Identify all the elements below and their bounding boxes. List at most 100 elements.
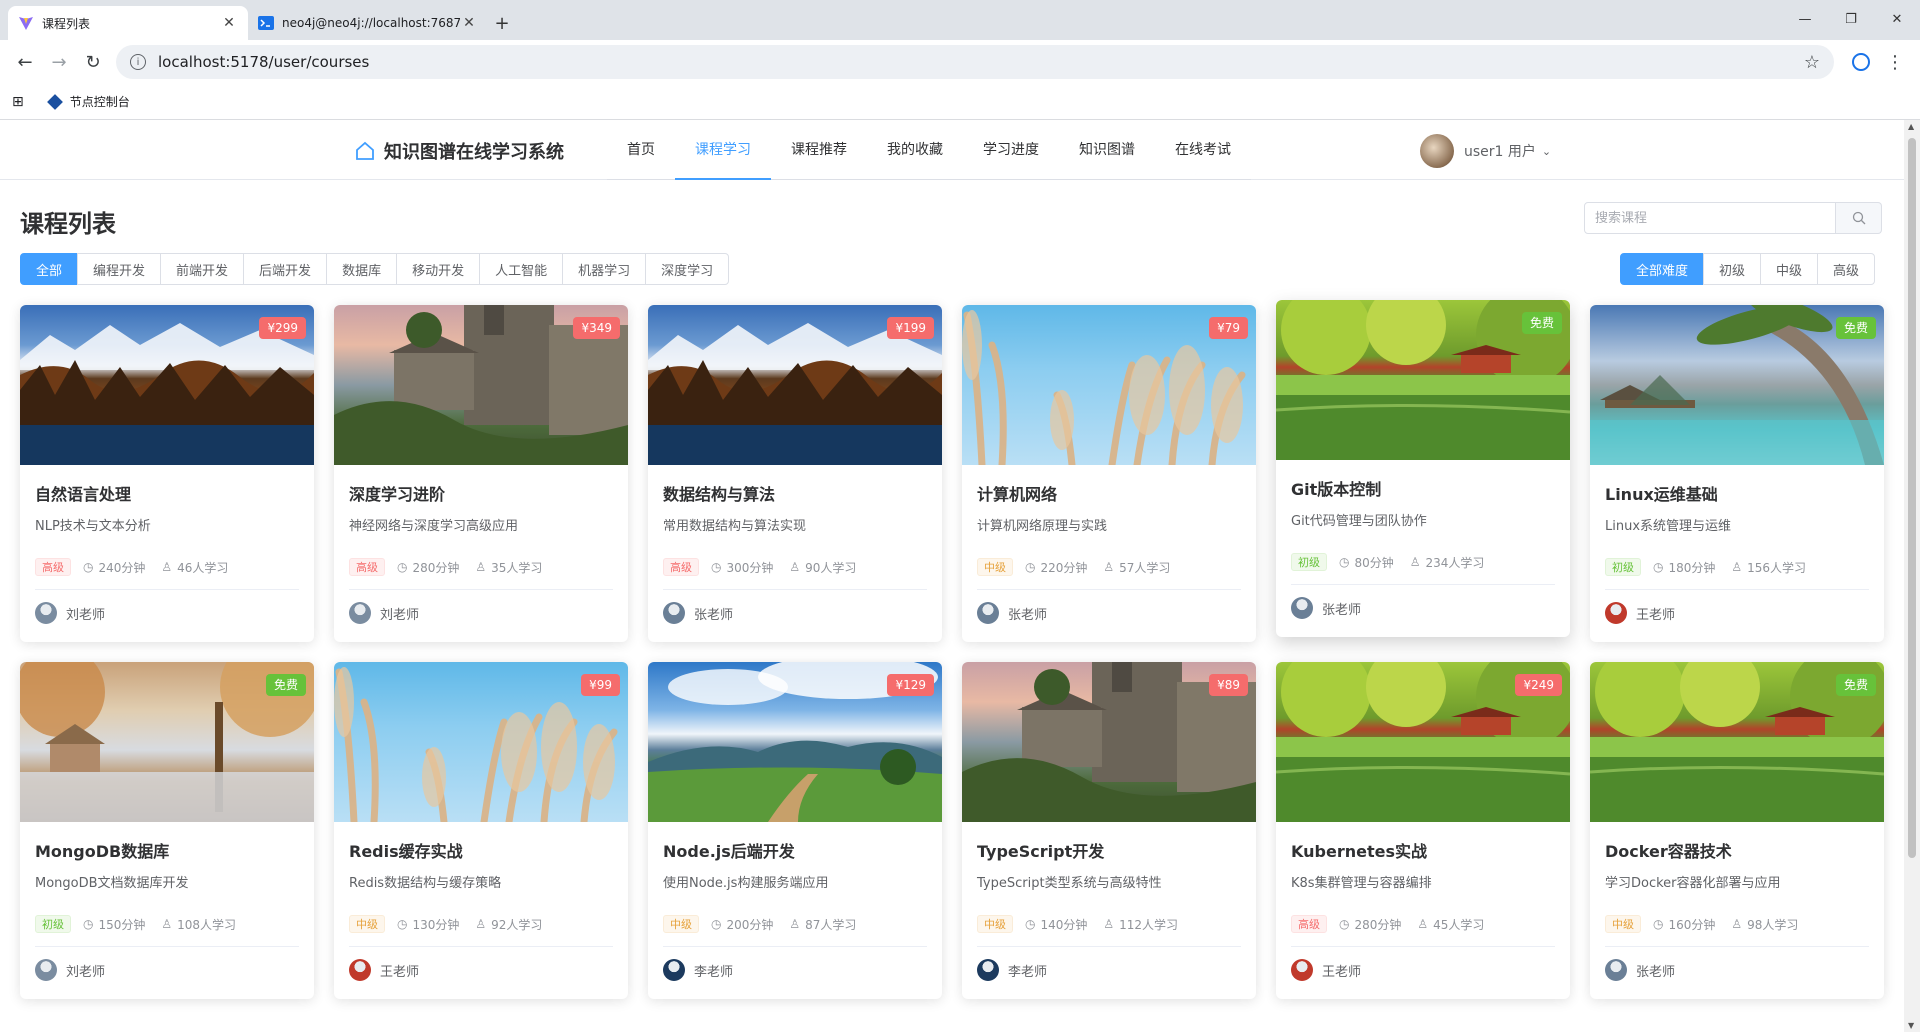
- level-beginner[interactable]: 初级: [1703, 253, 1762, 285]
- bookmark-star-icon[interactable]: ☆: [1804, 52, 1820, 73]
- course-card-1[interactable]: ¥299 自然语言处理 NLP技术与文本分析 高级 ◷ 240分钟 ♙ 46人学习 …: [20, 305, 314, 642]
- course-meta: 初级 ◷ 150分钟 ♙ 108人学习: [35, 915, 299, 933]
- bookmarks-bar: ⊞ 节点控制台: [0, 84, 1920, 120]
- category-ml[interactable]: 机器学习: [562, 253, 647, 285]
- category-database[interactable]: 数据库: [326, 253, 398, 285]
- course-description: NLP技术与文本分析: [35, 519, 151, 534]
- back-icon[interactable]: ←: [8, 45, 42, 79]
- profile-icon[interactable]: [1844, 45, 1878, 79]
- teacher-avatar: [977, 602, 999, 624]
- browser-tab-neo4j[interactable]: neo4j@neo4j://localhost:7687 ✕: [248, 6, 488, 40]
- course-card-10[interactable]: ¥89 TypeScript开发 TypeScript类型系统与高级特性 中级 …: [962, 662, 1256, 999]
- category-dl[interactable]: 深度学习: [645, 253, 730, 285]
- category-ai[interactable]: 人工智能: [479, 253, 564, 285]
- level-all[interactable]: 全部难度: [1620, 253, 1705, 285]
- nav-home[interactable]: 首页: [607, 120, 675, 180]
- page-scrollbar[interactable]: ▲ ▼: [1904, 120, 1920, 1032]
- course-cover: ¥89: [962, 662, 1256, 822]
- nav-progress[interactable]: 学习进度: [963, 120, 1059, 180]
- teacher-name: 刘老师: [380, 607, 420, 623]
- nav-favorites[interactable]: 我的收藏: [867, 120, 963, 180]
- course-cover: ¥199: [648, 305, 942, 465]
- learner-count: 87人学习: [805, 917, 857, 932]
- nav-exam[interactable]: 在线考试: [1155, 120, 1251, 180]
- course-card-2[interactable]: ¥349 深度学习进阶 神经网络与深度学习高级应用 高级 ◷ 280分钟 ♙ 35人…: [334, 305, 628, 642]
- course-description: Redis数据结构与缓存策略: [349, 876, 502, 891]
- scroll-thumb[interactable]: [1908, 138, 1916, 858]
- new-tab-icon[interactable]: +: [488, 6, 516, 40]
- main-nav: 首页 课程学习 课程推荐 我的收藏 学习进度 知识图谱 在线考试: [607, 120, 1251, 180]
- course-cover: ¥349: [334, 305, 628, 465]
- reload-icon[interactable]: ↻: [76, 45, 110, 79]
- course-card-7[interactable]: 免费 MongoDB数据库 MongoDB文档数据库开发 初级 ◷ 150分钟 ♙…: [20, 662, 314, 999]
- bookmark-item[interactable]: 节点控制台: [46, 93, 130, 110]
- price-badge: ¥89: [1209, 674, 1248, 696]
- course-description: Linux系统管理与运维: [1605, 519, 1732, 534]
- nav-recommend[interactable]: 课程推荐: [771, 120, 867, 180]
- menu-dots-icon[interactable]: ⋮: [1878, 45, 1912, 79]
- url-text[interactable]: localhost:5178/user/courses: [158, 53, 1804, 71]
- teacher-avatar: [1605, 959, 1627, 981]
- restore-icon[interactable]: ❐: [1828, 0, 1874, 38]
- level-tag: 初级: [35, 915, 71, 933]
- course-card-11[interactable]: ¥249 Kubernetes实战 K8s集群管理与容器编排 高级 ◷ 280分钟…: [1276, 662, 1570, 999]
- teacher-avatar: [663, 602, 685, 624]
- close-window-icon[interactable]: ✕: [1874, 0, 1920, 38]
- course-meta: 中级 ◷ 160分钟 ♙ 98人学习: [1605, 915, 1869, 933]
- teacher-name: 李老师: [694, 964, 734, 980]
- category-all[interactable]: 全部: [20, 253, 79, 285]
- omnibox[interactable]: i localhost:5178/user/courses ☆: [116, 45, 1834, 79]
- course-meta: 中级 ◷ 130分钟 ♙ 92人学习: [349, 915, 613, 933]
- browser-tab-courses[interactable]: 课程列表 ✕: [8, 6, 248, 40]
- course-card-8[interactable]: ¥99 Redis缓存实战 Redis数据结构与缓存策略 中级 ◷ 130分钟 ♙…: [334, 662, 628, 999]
- duration: 240分钟: [98, 560, 146, 575]
- scroll-down-icon[interactable]: ▼: [1908, 1021, 1914, 1030]
- teacher: 张老师: [977, 602, 1241, 624]
- apps-grid-icon[interactable]: ⊞: [12, 94, 24, 110]
- search-input[interactable]: [1584, 202, 1836, 234]
- minimize-icon[interactable]: —: [1782, 0, 1828, 38]
- teacher: 张老师: [1605, 959, 1869, 981]
- scroll-up-icon[interactable]: ▲: [1908, 122, 1914, 131]
- course-card-12[interactable]: 免费 Docker容器技术 学习Docker容器化部署与应用 中级 ◷ 160分钟…: [1590, 662, 1884, 999]
- course-title: Git版本控制: [1291, 480, 1382, 499]
- nav-knowledge-graph[interactable]: 知识图谱: [1059, 120, 1155, 180]
- course-card-6[interactable]: 免费 Linux运维基础 Linux系统管理与运维 初级 ◷ 180分钟 ♙ 156…: [1590, 305, 1884, 642]
- user-icon: ♙: [1731, 560, 1743, 574]
- level-intermediate[interactable]: 中级: [1760, 253, 1819, 285]
- level-tag: 高级: [663, 558, 699, 576]
- tab-close-icon[interactable]: ✕: [460, 15, 478, 31]
- user-icon: ♙: [1731, 917, 1743, 931]
- price-badge: ¥79: [1209, 317, 1248, 339]
- category-frontend[interactable]: 前端开发: [160, 253, 245, 285]
- course-card-3[interactable]: ¥199 数据结构与算法 常用数据结构与算法实现 高级 ◷ 300分钟 ♙ 90人学…: [648, 305, 942, 642]
- teacher: 王老师: [349, 959, 613, 981]
- level-advanced[interactable]: 高级: [1817, 253, 1876, 285]
- user-menu[interactable]: user1 用户 ⌄: [1420, 134, 1551, 168]
- price-badge: 免费: [1835, 674, 1876, 696]
- clock-icon: ◷: [1339, 555, 1350, 569]
- site-logo[interactable]: 知识图谱在线学习系统: [354, 138, 564, 164]
- learner-count: 234人学习: [1425, 555, 1485, 570]
- course-description: 常用数据结构与算法实现: [663, 519, 807, 534]
- course-cover: 免费: [1590, 662, 1884, 822]
- tab-close-icon[interactable]: ✕: [220, 15, 238, 31]
- course-card-9[interactable]: ¥129 Node.js后端开发 使用Node.js构建服务端应用 中级 ◷ 20…: [648, 662, 942, 999]
- category-backend[interactable]: 后端开发: [243, 253, 328, 285]
- clock-icon: ◷: [1025, 560, 1036, 574]
- course-card-4[interactable]: ¥79 计算机网络 计算机网络原理与实践 中级 ◷ 220分钟 ♙ 57人学习 张老…: [962, 305, 1256, 642]
- divider: [35, 589, 299, 590]
- course-title: Node.js后端开发: [663, 842, 795, 861]
- course-meta: 初级 ◷ 80分钟 ♙ 234人学习: [1291, 553, 1555, 571]
- category-programming[interactable]: 编程开发: [77, 253, 162, 285]
- forward-icon[interactable]: →: [42, 45, 76, 79]
- course-cover: ¥129: [648, 662, 942, 822]
- course-card-5[interactable]: 免费 Git版本控制 Git代码管理与团队协作 初级 ◷ 80分钟 ♙ 234人学习…: [1276, 300, 1570, 637]
- search-button[interactable]: [1836, 202, 1882, 234]
- layers-icon: [46, 93, 63, 110]
- divider: [349, 946, 613, 947]
- course-cover: ¥99: [334, 662, 628, 822]
- category-mobile[interactable]: 移动开发: [396, 253, 481, 285]
- nav-courses[interactable]: 课程学习: [675, 120, 771, 180]
- site-info-icon[interactable]: i: [130, 54, 146, 70]
